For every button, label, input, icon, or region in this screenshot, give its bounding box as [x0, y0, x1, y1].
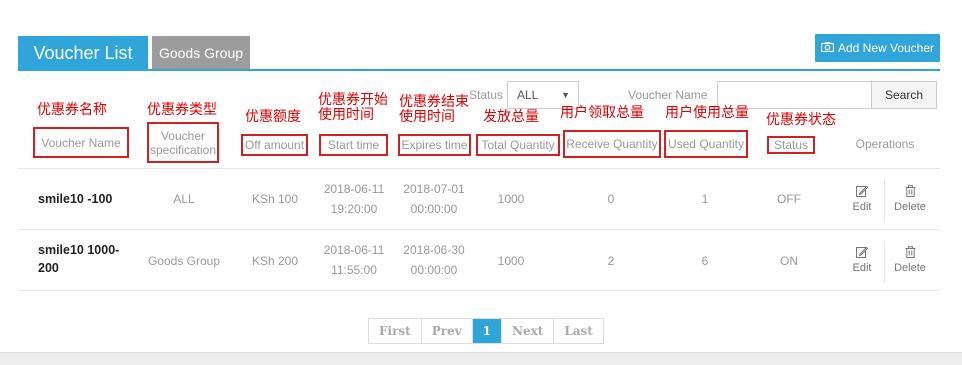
add-new-voucher-button[interactable]: Add New Voucher	[815, 34, 940, 62]
expires-time-cell: 00:00:00	[410, 202, 458, 216]
search-button[interactable]: Search	[871, 81, 937, 109]
voucher-name-filter-label: Voucher Name	[628, 88, 708, 102]
annotation-total-quantity: 发放总量	[483, 109, 539, 125]
tab-voucher-list[interactable]: Voucher List	[18, 36, 148, 70]
used-quantity-cell: 6	[701, 254, 709, 268]
annotation-status: 优惠券状态	[766, 112, 836, 128]
pagination-prev[interactable]: Prev	[421, 319, 473, 343]
pagination-current-page[interactable]: 1	[472, 319, 503, 343]
delete-label: Delete	[894, 201, 926, 213]
edit-button[interactable]: Edit	[842, 185, 882, 213]
annotation-receive-quantity: 用户领取总量	[560, 105, 644, 121]
operations-divider	[884, 241, 885, 283]
status-select-value: ALL	[517, 88, 539, 102]
status-cell: ON	[780, 254, 798, 268]
pagination-next[interactable]: Next	[502, 319, 555, 343]
start-time-cell: 19:20:00	[330, 202, 378, 216]
delete-button[interactable]: Delete	[890, 246, 930, 274]
camera-icon	[820, 34, 835, 62]
annotation-start-time-line2: 使用时间	[318, 107, 374, 123]
off-amount-cell: KSh 200	[251, 254, 299, 268]
column-header-off-amount: Off amount	[241, 134, 308, 156]
edit-button[interactable]: Edit	[842, 246, 882, 274]
operations-divider	[884, 180, 885, 222]
edit-label: Edit	[852, 201, 872, 213]
column-header-specification-line1: Voucher	[160, 128, 206, 143]
row-divider	[18, 229, 940, 230]
tab-goods-group[interactable]: Goods Group	[152, 36, 250, 70]
receive-quantity-cell: 2	[607, 254, 615, 268]
annotation-expires-time-line2: 使用时间	[399, 109, 455, 125]
column-header-specification-line2: specification	[149, 142, 217, 157]
annotation-expires-time-line1: 优惠券结束	[399, 94, 469, 110]
annotation-off-amount: 优惠额度	[245, 109, 301, 125]
column-header-start-time: Start time	[319, 134, 388, 156]
tab-underline	[18, 69, 940, 71]
trash-icon	[890, 246, 930, 261]
add-new-voucher-label: Add New Voucher	[837, 41, 935, 55]
receive-quantity-cell: 0	[607, 192, 615, 206]
voucher-name-cell-line1: smile10 1000-	[38, 243, 120, 257]
delete-button[interactable]: Delete	[890, 185, 930, 213]
start-date-cell: 2018-06-11	[323, 182, 385, 196]
delete-label: Delete	[894, 262, 926, 274]
total-quantity-cell: 1000	[497, 254, 525, 268]
edit-icon	[842, 185, 882, 200]
expires-time-cell: 00:00:00	[410, 263, 458, 277]
edit-label: Edit	[852, 262, 872, 274]
status-cell: OFF	[777, 192, 801, 206]
footer-bar	[0, 352, 962, 365]
column-header-total-quantity: Total Quantity	[476, 134, 560, 156]
off-amount-cell: KSh 100	[251, 192, 299, 206]
edit-icon	[842, 246, 882, 261]
column-header-status: Status	[767, 136, 815, 154]
status-filter-label: Status	[469, 88, 504, 102]
annotation-specification: 优惠券类型	[147, 102, 217, 118]
annotation-used-quantity: 用户使用总量	[665, 105, 749, 121]
column-header-used-quantity: Used Quantity	[664, 130, 748, 158]
header-divider	[18, 168, 940, 169]
column-header-expires-time: Expires time	[398, 134, 471, 156]
pagination: First Prev 1 Next Last	[368, 318, 604, 344]
total-quantity-cell: 1000	[497, 192, 525, 206]
expires-date-cell: 2018-06-30	[403, 243, 465, 257]
trash-icon	[890, 185, 930, 200]
annotation-voucher-name: 优惠券名称	[37, 102, 107, 118]
row-divider	[18, 290, 940, 291]
used-quantity-cell: 1	[701, 192, 709, 206]
column-header-operations: Operations	[855, 136, 915, 151]
specification-cell: ALL	[173, 192, 195, 206]
specification-cell: Goods Group	[147, 254, 221, 268]
column-header-voucher-name: Voucher Name	[33, 127, 129, 158]
start-date-cell: 2018-06-11	[323, 243, 385, 257]
pagination-last[interactable]: Last	[554, 319, 603, 343]
expires-date-cell: 2018-07-01	[403, 182, 465, 196]
start-time-cell: 11:55:00	[331, 263, 377, 277]
column-header-specification: Voucher specification	[147, 122, 219, 163]
column-header-receive-quantity: Receive Quantity	[563, 130, 661, 158]
voucher-name-cell-line2: 200	[38, 261, 59, 275]
voucher-name-cell: smile10 -100	[38, 192, 113, 206]
pagination-first[interactable]: First	[369, 319, 422, 343]
annotation-start-time-line1: 优惠券开始	[318, 92, 388, 108]
